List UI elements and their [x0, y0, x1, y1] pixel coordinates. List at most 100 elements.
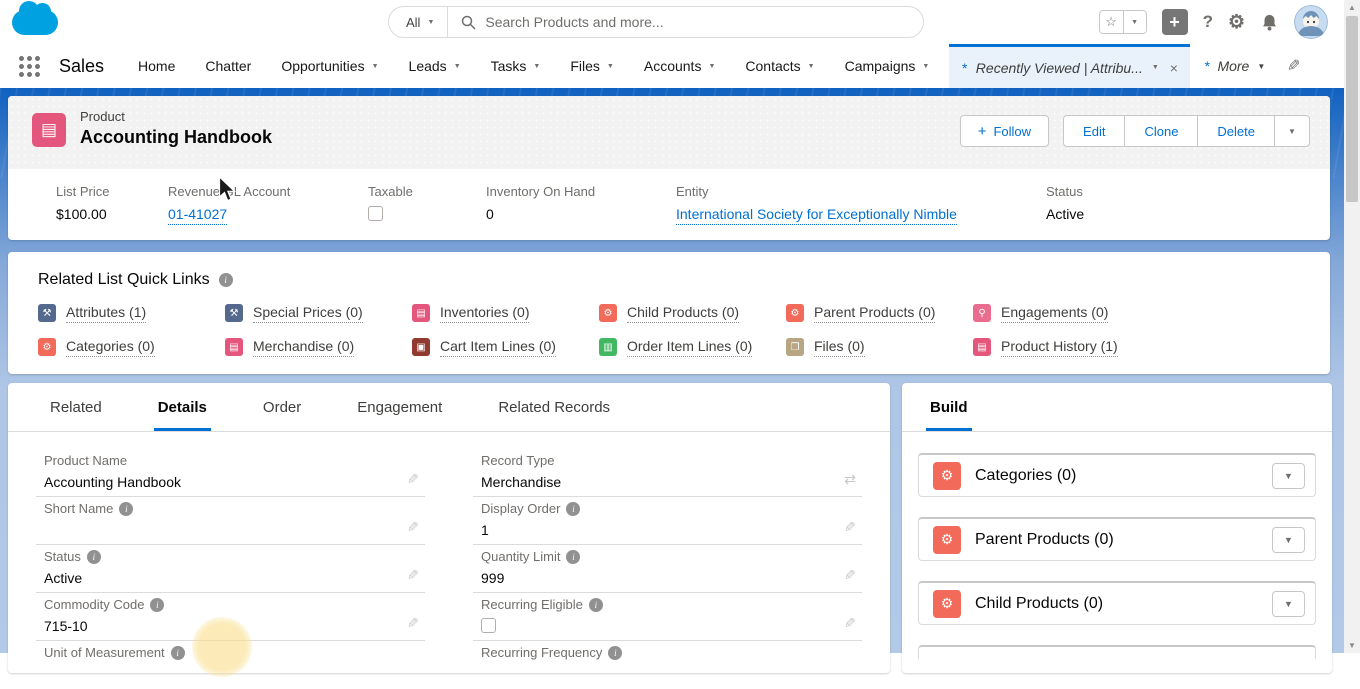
- chevron-down-icon[interactable]: ▼: [533, 63, 540, 70]
- quick-link-parent-products[interactable]: ⚙Parent Products (0): [786, 302, 973, 324]
- info-icon[interactable]: i: [566, 550, 580, 564]
- favorite-star-icon[interactable]: ☆: [1100, 11, 1123, 33]
- scroll-down-icon[interactable]: ▼: [1344, 641, 1360, 650]
- setup-gear-icon[interactable]: ⚙: [1228, 11, 1245, 34]
- unsaved-marker: *: [961, 60, 966, 76]
- tab-details[interactable]: Details: [158, 383, 207, 431]
- child-products-icon: ⚙: [933, 590, 961, 618]
- search-icon: [461, 15, 476, 30]
- build-card-partial[interactable]: [918, 645, 1316, 659]
- chevron-down-icon[interactable]: ▼: [607, 63, 614, 70]
- tab-order[interactable]: Order: [263, 383, 301, 431]
- nav-tab-tasks[interactable]: Tasks▼: [491, 44, 541, 88]
- change-record-type-icon[interactable]: ⇄: [844, 471, 856, 488]
- nav-tab-opportunities[interactable]: Opportunities▼: [281, 44, 378, 88]
- help-icon[interactable]: ?: [1203, 12, 1213, 32]
- edit-icon[interactable]: ✎: [844, 615, 856, 632]
- scrollbar-thumb[interactable]: [1346, 16, 1358, 202]
- user-avatar[interactable]: [1294, 5, 1328, 39]
- edit-icon[interactable]: ✎: [407, 567, 419, 584]
- taxable-checkbox[interactable]: [368, 206, 383, 221]
- quick-link-order-item-lines[interactable]: ▥Order Item Lines (0): [599, 336, 786, 358]
- info-icon[interactable]: i: [150, 598, 164, 612]
- info-icon[interactable]: i: [119, 502, 133, 516]
- info-icon[interactable]: i: [219, 273, 233, 287]
- build-card-child-products[interactable]: ⚙ Child Products (0) ▼: [918, 581, 1316, 625]
- quick-link-product-history[interactable]: ▤Product History (1): [973, 336, 1160, 358]
- detail-tabs: Related Details Order Engagement Related…: [8, 383, 890, 432]
- quick-link-cart-item-lines[interactable]: ▣Cart Item Lines (0): [412, 336, 599, 358]
- search-scope-dropdown[interactable]: All ▼: [389, 7, 448, 37]
- inventories-icon: ▤: [412, 304, 430, 322]
- chevron-down-icon[interactable]: ▼: [808, 63, 815, 70]
- quick-link-child-products[interactable]: ⚙Child Products (0): [599, 302, 786, 324]
- quick-link-inventories[interactable]: ▤Inventories (0): [412, 302, 599, 324]
- quick-link-special-prices[interactable]: ⚒Special Prices (0): [225, 302, 412, 324]
- entity-link[interactable]: International Society for Exceptionally …: [676, 206, 957, 225]
- nav-tab-contacts[interactable]: Contacts▼: [745, 44, 814, 88]
- parent-products-icon: ⚙: [786, 304, 804, 322]
- revenue-gl-account-link[interactable]: 01-41027: [168, 206, 227, 225]
- notifications-bell-icon[interactable]: [1260, 13, 1279, 32]
- nav-tab-accounts[interactable]: Accounts▼: [644, 44, 716, 88]
- scroll-up-icon[interactable]: ▲: [1344, 3, 1360, 12]
- build-card-parent-products[interactable]: ⚙ Parent Products (0) ▼: [918, 517, 1316, 561]
- record-action-group: Edit Clone Delete ▼: [1063, 115, 1310, 147]
- more-actions-dropdown-icon[interactable]: ▼: [1274, 115, 1310, 147]
- chevron-down-icon[interactable]: ▼: [1152, 64, 1159, 71]
- tab-engagement[interactable]: Engagement: [357, 383, 442, 431]
- nav-tab-files[interactable]: Files▼: [570, 44, 614, 88]
- expand-chevron-icon[interactable]: ▼: [1272, 527, 1305, 553]
- info-icon[interactable]: i: [589, 598, 603, 612]
- global-add-icon[interactable]: +: [1162, 9, 1188, 35]
- nav-tab-campaigns[interactable]: Campaigns▼: [845, 44, 930, 88]
- chevron-down-icon[interactable]: ▼: [372, 63, 379, 70]
- more-tab-label: More: [1217, 58, 1249, 74]
- nav-more-tab[interactable]: * More ▼: [1204, 58, 1265, 74]
- categories-icon: ⚙: [933, 462, 961, 490]
- edit-icon[interactable]: ✎: [407, 615, 419, 632]
- quick-link-categories[interactable]: ⚙Categories (0): [38, 336, 225, 358]
- global-search[interactable]: All ▼ Search Products and more...: [388, 6, 924, 38]
- build-card-categories[interactable]: ⚙ Categories (0) ▼: [918, 453, 1316, 497]
- clone-button[interactable]: Clone: [1124, 115, 1197, 147]
- tab-related-records[interactable]: Related Records: [498, 383, 610, 431]
- chevron-down-icon[interactable]: ▼: [708, 63, 715, 70]
- chevron-down-icon[interactable]: ▼: [922, 63, 929, 70]
- expand-chevron-icon[interactable]: ▼: [1272, 591, 1305, 617]
- follow-button[interactable]: + Follow: [960, 115, 1049, 147]
- edit-icon[interactable]: ✎: [407, 471, 419, 488]
- quick-link-files[interactable]: ❐Files (0): [786, 336, 973, 358]
- quick-link-attributes[interactable]: ⚒Attributes (1): [38, 302, 225, 324]
- info-icon[interactable]: i: [566, 502, 580, 516]
- vertical-scrollbar[interactable]: ▲ ▼: [1344, 0, 1360, 653]
- edit-icon[interactable]: ✎: [844, 519, 856, 536]
- nav-tab-chatter[interactable]: Chatter: [205, 44, 251, 88]
- edit-icon[interactable]: ✎: [407, 519, 419, 536]
- close-icon[interactable]: ×: [1170, 60, 1178, 76]
- app-launcher-icon[interactable]: [19, 56, 40, 77]
- tab-build[interactable]: Build: [930, 383, 968, 431]
- delete-button[interactable]: Delete: [1197, 115, 1274, 147]
- field-display-order: Display Orderi 1 ✎: [473, 497, 862, 545]
- favorites-dropdown-icon[interactable]: ▼: [1123, 11, 1146, 33]
- info-icon[interactable]: i: [87, 550, 101, 564]
- chevron-down-icon[interactable]: ▼: [454, 63, 461, 70]
- record-title: Accounting Handbook: [80, 127, 272, 148]
- edit-nav-pencil-icon[interactable]: ✎: [1287, 56, 1300, 76]
- edit-icon[interactable]: ✎: [844, 567, 856, 584]
- nav-tab-recently-viewed-active[interactable]: * Recently Viewed | Attribu... ▼ ×: [949, 44, 1190, 88]
- quick-link-engagements[interactable]: ⚲Engagements (0): [973, 302, 1160, 324]
- engagements-icon: ⚲: [973, 304, 991, 322]
- edit-button[interactable]: Edit: [1063, 115, 1124, 147]
- recurring-eligible-checkbox[interactable]: [481, 618, 496, 633]
- chevron-down-icon[interactable]: ▼: [1257, 62, 1265, 71]
- global-header: All ▼ Search Products and more... ☆ ▼ + …: [0, 0, 1344, 44]
- merchandise-icon: ▤: [225, 338, 243, 356]
- nav-tab-home[interactable]: Home: [138, 44, 175, 88]
- quick-link-merchandise[interactable]: ▤Merchandise (0): [225, 336, 412, 358]
- nav-tab-leads[interactable]: Leads▼: [409, 44, 461, 88]
- tab-related[interactable]: Related: [50, 383, 102, 431]
- expand-chevron-icon[interactable]: ▼: [1272, 463, 1305, 489]
- field-product-name: Product Name Accounting Handbook ✎: [36, 449, 425, 497]
